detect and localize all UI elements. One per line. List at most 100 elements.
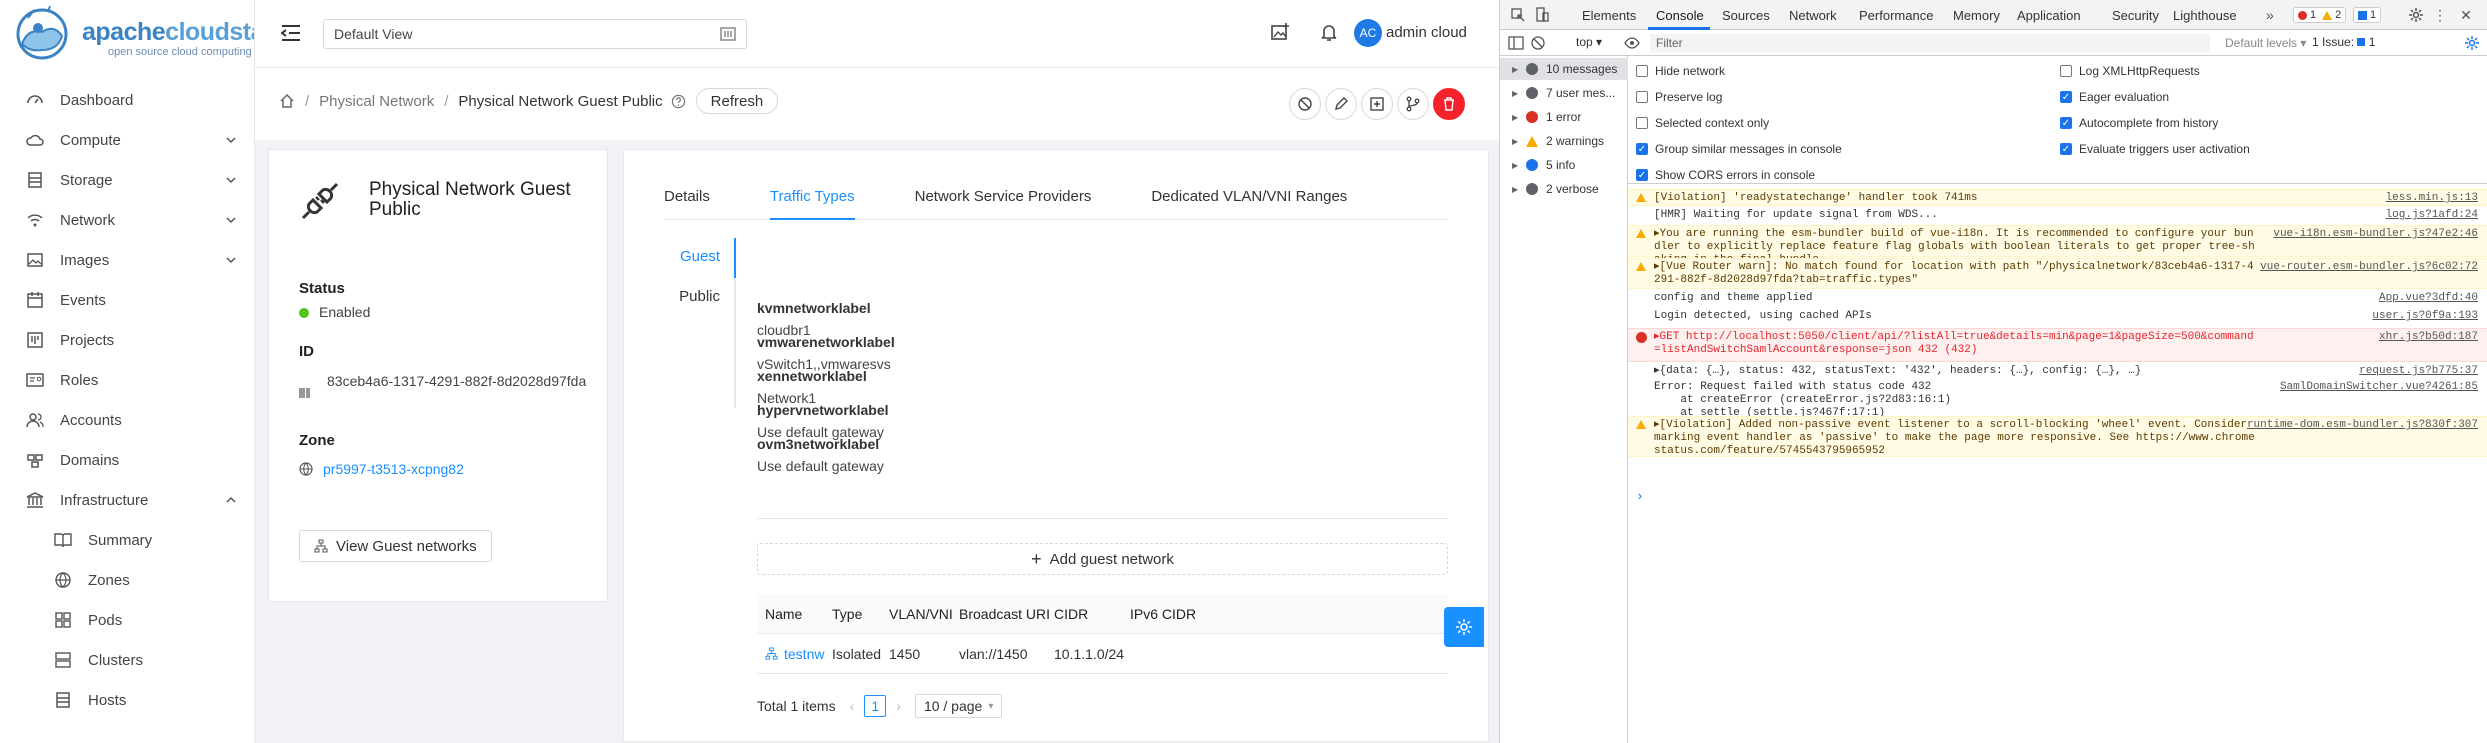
add-guest-network-button[interactable]: + Add guest network — [757, 543, 1448, 575]
sidebar-item-projects[interactable]: Projects — [0, 320, 254, 360]
sidebar-item-hosts[interactable]: Hosts — [0, 680, 254, 720]
console-filter-warning[interactable]: ▶ 2 warnings — [1500, 130, 1628, 152]
network-name-link[interactable]: testnw — [765, 646, 824, 662]
sidebar-item-events[interactable]: Events — [0, 280, 254, 320]
issues-button[interactable]: 1 Issue: 1 — [2312, 35, 2375, 49]
console-filter-verbose[interactable]: ▶ 2 verbose — [1500, 178, 1628, 200]
console-message[interactable]: ▸{data: {…}, status: 432, statusText: '4… — [1628, 363, 2487, 378]
checkbox[interactable]: ✓ — [2060, 143, 2072, 155]
sidebar-item-storage[interactable]: Storage — [0, 160, 254, 200]
console-message[interactable]: [Violation] 'readystatechange' handler t… — [1628, 189, 2487, 206]
kebab-menu-icon[interactable]: ⋮ — [2432, 7, 2448, 23]
console-option[interactable]: ✓ Eager evaluation — [2060, 90, 2169, 104]
tab-dedicated-vlan-vni-ranges[interactable]: Dedicated VLAN/VNI Ranges — [1151, 180, 1347, 220]
next-page-icon[interactable]: › — [896, 698, 901, 714]
avatar[interactable]: AC — [1354, 19, 1382, 47]
console-message[interactable]: ▸[Vue Router warn]: No match found for l… — [1628, 258, 2487, 289]
view-guest-networks-button[interactable]: View Guest networks — [299, 530, 492, 562]
devtools-tab-network[interactable]: Network — [1789, 8, 1837, 23]
console-filter-user[interactable]: ▶ 7 user mes... — [1500, 82, 1628, 104]
column-header[interactable]: Name — [765, 606, 802, 622]
tab-details[interactable]: Details — [664, 180, 710, 220]
console-option[interactable]: Hide network — [1636, 64, 1725, 78]
devtools-tab-security[interactable]: Security — [2112, 8, 2159, 23]
logo[interactable]: apachecloudstack open source cloud compu… — [8, 6, 254, 62]
console-source-link[interactable]: vue-router.esm-bundler.js?6c02:72 — [2260, 261, 2478, 274]
user-name[interactable]: admin cloud — [1386, 24, 1467, 41]
error-warning-badge[interactable]: 12 — [2293, 7, 2347, 23]
console-message[interactable]: ▸You are running the esm-bundler build o… — [1628, 225, 2487, 266]
console-source-link[interactable]: App.vue?3dfd:40 — [2379, 292, 2478, 305]
close-icon[interactable]: ✕ — [2458, 7, 2474, 23]
sidebar-item-clusters[interactable]: Clusters — [0, 640, 254, 680]
checkbox[interactable] — [2060, 65, 2072, 77]
devtools-tab-console[interactable]: Console — [1656, 8, 1704, 23]
console-prompt[interactable]: › — [1636, 489, 1644, 504]
console-source-link[interactable]: xhr.js?b50d:187 — [2379, 331, 2478, 344]
console-message[interactable]: Login detected, using cached APIs user.js… — [1628, 308, 2487, 325]
edit-button[interactable] — [1325, 88, 1357, 120]
console-source-link[interactable]: request.js?b775:37 — [2359, 365, 2478, 378]
checkbox[interactable] — [1636, 65, 1648, 77]
checkbox[interactable] — [1636, 91, 1648, 103]
sidebar-item-summary[interactable]: Summary — [0, 520, 254, 560]
devtools-tab-sources[interactable]: Sources — [1722, 8, 1770, 23]
barcode-icon[interactable] — [299, 387, 311, 399]
console-message[interactable]: ▸[Violation] Added non-passive event lis… — [1628, 416, 2487, 457]
console-filter-list[interactable]: ▶ 10 messages — [1500, 58, 1628, 80]
console-message[interactable]: [HMR] Waiting for update signal from WDS… — [1628, 207, 2487, 224]
prev-page-icon[interactable]: ‹ — [850, 698, 855, 714]
tab-guest[interactable]: Guest — [680, 248, 720, 265]
devtools-tab-elements[interactable]: Elements — [1582, 8, 1636, 23]
checkbox[interactable]: ✓ — [2060, 91, 2072, 103]
console-option[interactable]: ✓ Autocomplete from history — [2060, 116, 2218, 130]
devtools-tab-application[interactable]: Application — [2017, 8, 2081, 23]
bell-icon[interactable] — [1319, 22, 1339, 42]
disable-button[interactable] — [1289, 88, 1321, 120]
column-header[interactable]: IPv6 CIDR — [1130, 606, 1196, 622]
page-size-select[interactable]: 10 / page ▾ — [914, 694, 1003, 718]
more-tabs-icon[interactable]: » — [2266, 7, 2282, 23]
console-option[interactable]: Preserve log — [1636, 90, 1722, 104]
console-source-link[interactable]: runtime-dom.esm-bundler.js?830f:307 — [2247, 419, 2478, 432]
context-select[interactable]: top ▾ — [1576, 35, 1602, 49]
sidebar-item-infrastructure[interactable]: Infrastructure — [0, 480, 254, 520]
add-traffic-type-button[interactable] — [1361, 88, 1393, 120]
console-source-link[interactable]: vue-i18n.esm-bundler.js?47e2:46 — [2273, 228, 2478, 241]
sidebar-item-dashboard[interactable]: Dashboard — [0, 80, 254, 120]
sidebar-item-pods[interactable]: Pods — [0, 600, 254, 640]
checkbox[interactable] — [1636, 117, 1648, 129]
console-filter-error[interactable]: ▶ 1 error — [1500, 106, 1628, 128]
home-icon[interactable] — [279, 93, 295, 109]
checkbox[interactable]: ✓ — [1636, 143, 1648, 155]
checkbox[interactable]: ✓ — [1636, 169, 1648, 181]
page-number[interactable]: 1 — [864, 695, 887, 717]
clear-console-icon[interactable] — [1530, 35, 1546, 51]
devtools-tab-lighthouse[interactable]: Lighthouse — [2173, 8, 2237, 23]
question-circle-icon[interactable] — [671, 94, 686, 109]
device-toggle-icon[interactable] — [1534, 7, 1550, 23]
zone-link[interactable]: pr5997-t3513-xcpng82 — [299, 461, 464, 477]
menu-fold-icon[interactable] — [281, 24, 301, 42]
sidebar-toggle-icon[interactable] — [1508, 35, 1524, 51]
log-levels-select[interactable]: Default levels ▾ — [2225, 36, 2306, 50]
column-header[interactable]: CIDR — [1054, 606, 1088, 622]
view-select[interactable]: Default View — [323, 19, 747, 49]
console-source-link[interactable]: SamlDomainSwitcher.vue?4261:85 — [2280, 381, 2478, 394]
devtools-tab-performance[interactable]: Performance — [1859, 8, 1933, 23]
gear-icon[interactable] — [2408, 7, 2424, 23]
settings-fab[interactable] — [1444, 607, 1484, 647]
console-option[interactable]: Log XMLHttpRequests — [2060, 64, 2200, 78]
console-option[interactable]: ✓ Group similar messages in console — [1636, 142, 1842, 156]
sidebar-item-roles[interactable]: Roles — [0, 360, 254, 400]
inspect-icon[interactable] — [1510, 7, 1526, 23]
sidebar-item-accounts[interactable]: Accounts — [0, 400, 254, 440]
refresh-button[interactable]: Refresh — [695, 88, 779, 114]
sidebar-item-images[interactable]: Images — [0, 240, 254, 280]
checkbox[interactable]: ✓ — [2060, 117, 2072, 129]
console-source-link[interactable]: less.min.js:13 — [2386, 192, 2478, 205]
console-message[interactable]: ▸GET http://localhost:5050/client/api/?l… — [1628, 328, 2487, 362]
update-traffic-button[interactable] — [1397, 88, 1429, 120]
console-source-link[interactable]: user.js?0f9a:193 — [2372, 310, 2478, 323]
column-header[interactable]: Type — [832, 606, 862, 622]
